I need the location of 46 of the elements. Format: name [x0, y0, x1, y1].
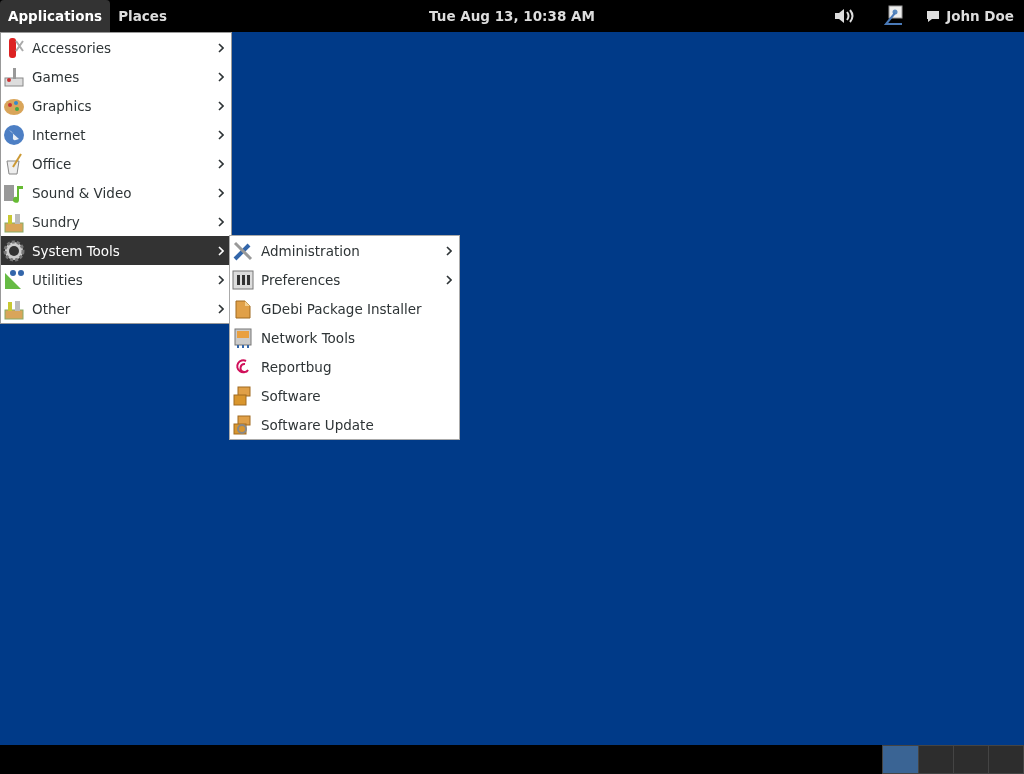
panel-menu[interactable]: Applications [0, 0, 111, 32]
clock[interactable]: Tue Aug 13, 10:38 AM [429, 8, 595, 24]
chat-icon[interactable] [926, 9, 941, 23]
menu-item[interactable]: Preferences [230, 265, 459, 294]
menu-item[interactable]: Software Update [230, 410, 459, 439]
chevron-icon [218, 216, 224, 227]
menu-item[interactable]: Sound & Video [1, 178, 231, 207]
globe-icon [3, 123, 25, 146]
chevron-icon [218, 71, 224, 82]
menu-item[interactable]: Sundry [1, 207, 231, 236]
workspace-thumbnail[interactable] [988, 746, 1023, 773]
panel-icon [232, 268, 254, 291]
chevron-icon [218, 100, 224, 111]
menu-item[interactable]: Administration [230, 236, 459, 265]
menu-item[interactable]: Software [230, 381, 459, 410]
menu-item[interactable]: Internet [1, 120, 231, 149]
menu-item[interactable]: Office [1, 149, 231, 178]
workspace-thumbnail[interactable] [883, 746, 918, 773]
cup-icon [3, 152, 25, 175]
device-icon [232, 326, 254, 349]
chevron-icon [218, 274, 224, 285]
network-icon[interactable] [882, 5, 905, 27]
chevron-icon [446, 245, 452, 256]
joystick-icon [3, 65, 25, 88]
menu-item[interactable]: Accessories [1, 33, 231, 62]
menu-item[interactable]: Other [1, 294, 231, 323]
menu-item[interactable]: GDebi Package Installer [230, 294, 459, 323]
chevron-icon [218, 158, 224, 169]
menu-item[interactable]: Graphics [1, 91, 231, 120]
menu-item[interactable]: Network Tools [230, 323, 459, 352]
workspace-thumbnail[interactable] [953, 746, 988, 773]
workspace-thumbnail[interactable] [918, 746, 953, 773]
menu-item[interactable]: Games [1, 62, 231, 91]
chevron-icon [218, 245, 224, 256]
menu-item[interactable]: Utilities [1, 265, 231, 294]
chevron-icon [218, 42, 224, 53]
chevron-icon [218, 129, 224, 140]
wrench-icon [232, 239, 254, 262]
chevron-icon [218, 187, 224, 198]
menu-item[interactable]: System Tools [1, 236, 231, 265]
chevron-icon [446, 274, 452, 285]
panel-menu[interactable]: Places [110, 0, 175, 32]
menu-item[interactable]: Reportbug [230, 352, 459, 381]
chevron-icon [218, 303, 224, 314]
user-name[interactable]: John Doe [946, 8, 1014, 24]
gear-icon [3, 239, 25, 262]
